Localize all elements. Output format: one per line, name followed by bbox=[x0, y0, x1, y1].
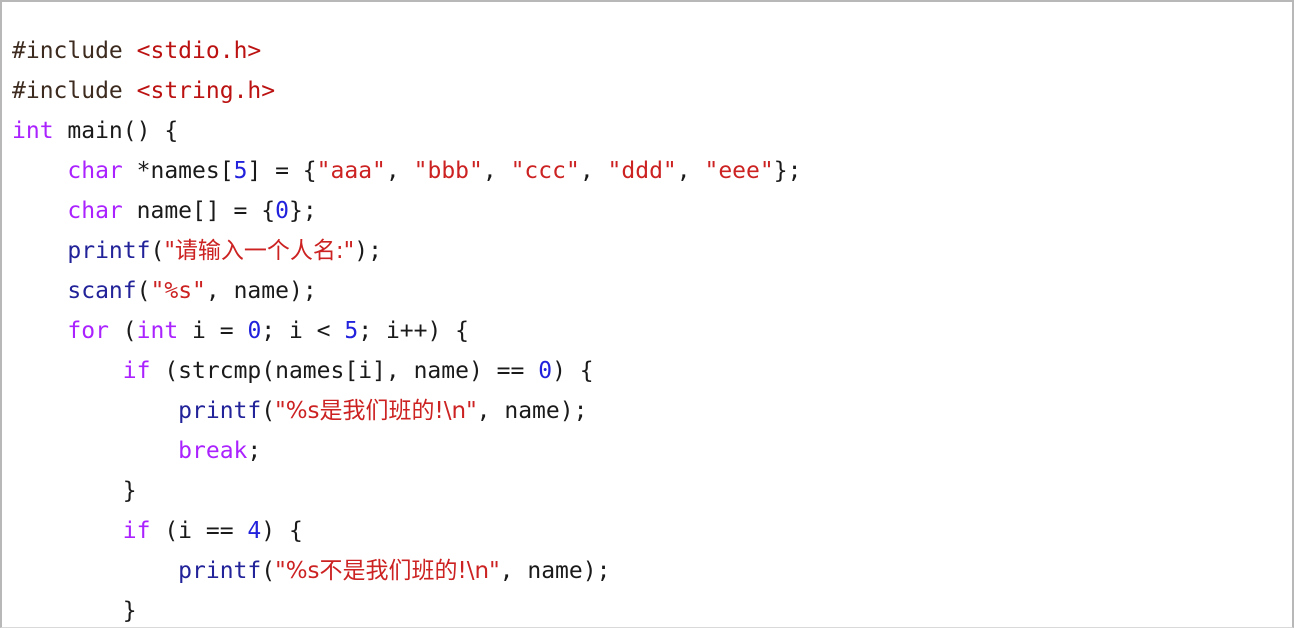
code-token-number: 0 bbox=[275, 198, 289, 224]
code-token-keyword: int bbox=[136, 318, 179, 344]
code-token-plain: } bbox=[12, 598, 137, 624]
code-token-plain: , name); bbox=[499, 558, 611, 584]
code-token-string: "eee" bbox=[704, 158, 774, 184]
code-token-plain: ( bbox=[261, 558, 276, 584]
code-token-string: "ccc" bbox=[510, 158, 580, 184]
code-token-plain: , bbox=[676, 158, 705, 184]
code-token-plain: }; bbox=[288, 198, 317, 224]
code-token-header: <stdio.h> bbox=[136, 38, 262, 64]
code-token-string: "请输入一个人名:" bbox=[164, 238, 355, 264]
code-token-builtin: printf bbox=[178, 558, 262, 584]
code-token-number: 0 bbox=[538, 358, 553, 384]
code-line: } bbox=[12, 471, 1292, 511]
code-token-keyword: if bbox=[122, 358, 151, 384]
code-token-builtin: printf bbox=[67, 238, 151, 264]
code-token-plain: ; i++) { bbox=[358, 318, 470, 344]
code-token-plain: ( bbox=[136, 278, 151, 304]
code-token-header: <string.h> bbox=[136, 78, 276, 104]
code-token-string: "%s不是我们班的!\n" bbox=[275, 558, 500, 584]
code-token-string: "%s是我们班的!\n" bbox=[275, 398, 477, 424]
code-token-plain: , bbox=[482, 158, 511, 184]
code-token-plain: ); bbox=[354, 238, 382, 264]
code-token-preproc: #include bbox=[12, 38, 123, 64]
code-token-number: 0 bbox=[247, 318, 262, 344]
code-token-plain: (i == bbox=[150, 518, 248, 544]
code-token-number: 4 bbox=[247, 518, 262, 544]
code-token-keyword: if bbox=[122, 518, 151, 544]
code-line: } bbox=[12, 591, 1292, 627]
code-snippet-window: #include <stdio.h> #include <string.h> int… bbox=[0, 0, 1294, 628]
code-token-plain: (strcmp(names[i], name) == bbox=[150, 358, 539, 384]
code-token-keyword: char bbox=[67, 158, 123, 184]
code-token-plain: }; bbox=[773, 158, 802, 184]
code-token-builtin: printf bbox=[178, 398, 262, 424]
code-token-plain: , bbox=[579, 158, 608, 184]
code-token-string: "%s" bbox=[150, 278, 206, 304]
code-token-keyword: for bbox=[67, 318, 109, 344]
code-line: if (strcmp(names[i], name) == 0) { bbox=[12, 351, 1292, 391]
code-line: for (int i = 0; i < 5; i++) { bbox=[12, 311, 1292, 351]
code-token-plain: ; i < bbox=[261, 318, 345, 344]
code-line: int main() { bbox=[12, 111, 1292, 151]
code-token-plain: ] = { bbox=[247, 158, 317, 184]
code-token-plain: ( bbox=[150, 238, 165, 264]
code-token-plain: *names[ bbox=[122, 158, 234, 184]
code-token-string: "bbb" bbox=[413, 158, 483, 184]
code-line: #include <stdio.h> bbox=[12, 31, 1292, 71]
code-line: printf("%s不是我们班的!\n", name); bbox=[12, 551, 1292, 591]
code-line: char name[] = {0}; bbox=[12, 191, 1292, 231]
code-token-keyword: char bbox=[67, 198, 123, 224]
code-token-plain: ( bbox=[261, 398, 276, 424]
code-token-plain: i = bbox=[178, 318, 248, 344]
code-block[interactable]: #include <stdio.h> #include <string.h> int… bbox=[2, 25, 1292, 627]
code-token-plain: } bbox=[12, 478, 137, 504]
code-line: break; bbox=[12, 431, 1292, 471]
code-token-plain: ) { bbox=[261, 518, 303, 544]
code-token-builtin: scanf bbox=[67, 278, 137, 304]
code-token-number: 5 bbox=[233, 158, 248, 184]
code-token-plain: , name); bbox=[476, 398, 588, 424]
code-token-plain: ( bbox=[108, 318, 137, 344]
code-line: scanf("%s", name); bbox=[12, 271, 1292, 311]
code-token-plain: ; bbox=[247, 438, 262, 464]
code-line: printf("请输入一个人名:"); bbox=[12, 231, 1292, 271]
code-line: char *names[5] = {"aaa", "bbb", "ccc", "… bbox=[12, 151, 1292, 191]
code-token-plain: , name); bbox=[205, 278, 317, 304]
code-token-plain: , bbox=[385, 158, 414, 184]
code-token-plain: main() { bbox=[53, 118, 179, 144]
code-line: #include <string.h> bbox=[12, 71, 1292, 111]
code-token-string: "ddd" bbox=[607, 158, 677, 184]
code-token-number: 5 bbox=[344, 318, 359, 344]
code-token-preproc: #include bbox=[12, 78, 123, 104]
code-token-keyword: int bbox=[12, 118, 54, 144]
code-token-plain: name[] = { bbox=[122, 198, 276, 224]
code-token-keyword: break bbox=[178, 438, 248, 464]
code-token-plain: ) { bbox=[552, 358, 594, 384]
code-line: printf("%s是我们班的!\n", name); bbox=[12, 391, 1292, 431]
code-token-string: "aaa" bbox=[316, 158, 386, 184]
code-line: if (i == 4) { bbox=[12, 511, 1292, 551]
